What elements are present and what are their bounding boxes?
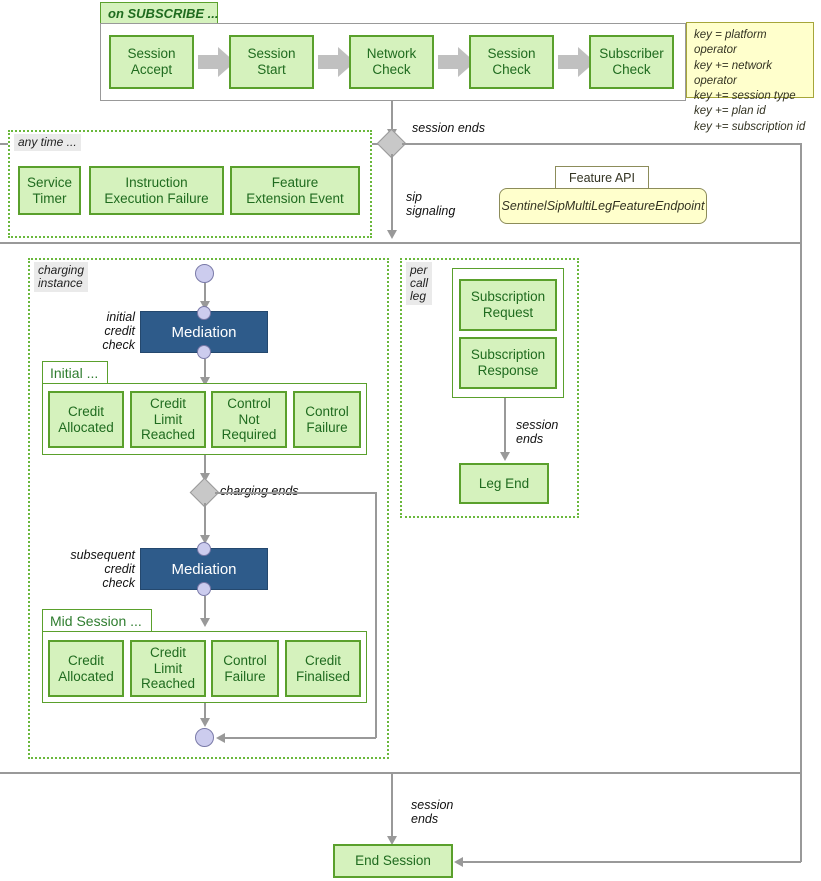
initial-group-tab: Initial ... — [42, 361, 108, 384]
lane-separator-mid — [0, 242, 802, 244]
per-call-leg-tab: per call leg — [406, 262, 433, 305]
edge-charging-ends-loop-top — [215, 492, 376, 494]
charging-start-pin — [195, 264, 214, 283]
node-initial-credit-limit-reached[interactable]: Credit Limit Reached — [130, 391, 206, 448]
edge-bottom-session-ends-line — [391, 772, 393, 839]
lane-separator-bottom — [0, 772, 802, 774]
edge-charging-ends-loop-bottom — [222, 737, 376, 739]
node-mid-credit-limit-reached[interactable]: Credit Limit Reached — [130, 640, 206, 697]
node-mid-control-failure[interactable]: Control Failure — [211, 640, 279, 697]
node-instruction-execution-failure[interactable]: Instruction Execution Failure — [89, 166, 224, 215]
charging-end-pin — [195, 728, 214, 747]
edge-diamond-to-right-rail — [402, 143, 801, 145]
edge-sip-signaling-arrowhead — [387, 230, 397, 239]
node-end-session[interactable]: End Session — [333, 844, 453, 878]
edge-charging-ends-loop-right — [375, 492, 377, 738]
edge-right-rail-to-end-session — [461, 861, 801, 863]
edge-charging-ends-to-mediation2 — [204, 503, 206, 537]
edge-subscription-to-legend-arrowhead — [500, 452, 510, 461]
charging-instance-tab: charging instance — [34, 262, 89, 292]
lane-right-edge — [800, 143, 802, 862]
node-session-accept[interactable]: Session Accept — [109, 35, 194, 89]
edge-sip-signaling-line — [391, 154, 393, 232]
node-initial-credit-allocated[interactable]: Credit Allocated — [48, 391, 124, 448]
node-mid-credit-allocated[interactable]: Credit Allocated — [48, 640, 124, 697]
mediation-initial-in-pin — [197, 306, 211, 320]
mediation-subsequent-out-pin — [197, 582, 211, 596]
label-subsequent-credit-check: subsequent credit check — [70, 548, 135, 590]
edge-mediation2-to-midsession-arrowhead — [200, 618, 210, 627]
edge-label-sip-signaling: sip signaling — [406, 190, 456, 218]
node-service-timer[interactable]: Service Timer — [18, 166, 81, 215]
node-network-check[interactable]: Network Check — [349, 35, 434, 89]
any-time-group-tab: any time ... — [14, 134, 81, 151]
mid-session-group-tab: Mid Session ... — [42, 609, 152, 632]
node-session-start[interactable]: Session Start — [229, 35, 314, 89]
edge-label-leg-session-ends: session ends — [516, 418, 559, 446]
node-leg-end[interactable]: Leg End — [459, 463, 549, 504]
key-note: key = platform operator key += network o… — [686, 22, 814, 133]
edge-charging-ends-loop-arrowhead — [216, 733, 225, 743]
edge-label-charging-ends: charging ends — [220, 484, 299, 498]
node-session-check[interactable]: Session Check — [469, 35, 554, 89]
node-mid-credit-finalised[interactable]: Credit Finalised — [285, 640, 361, 697]
feature-api-tab: Feature API — [555, 166, 649, 189]
label-initial-credit-check: initial credit check — [102, 310, 135, 352]
edge-midsession-to-endpin-arrowhead — [200, 718, 210, 727]
edge-right-rail-to-end-session-arrowhead — [454, 857, 463, 867]
edge-mediation2-to-midsession — [204, 596, 206, 620]
mediation-subsequent-in-pin — [197, 542, 211, 556]
node-subscription-request[interactable]: Subscription Request — [459, 279, 557, 331]
node-subscription-response[interactable]: Subscription Response — [459, 337, 557, 389]
edge-subscription-to-legend — [504, 398, 506, 455]
edge-label-session-ends-top: session ends — [412, 121, 485, 135]
subscribe-group-tab: on SUBSCRIBE ... — [100, 2, 219, 24]
node-feature-extension-event[interactable]: Feature Extension Event — [230, 166, 360, 215]
edge-label-session-ends-bottom: session ends — [411, 798, 454, 826]
node-initial-control-failure[interactable]: Control Failure — [293, 391, 361, 448]
node-subscriber-check[interactable]: Subscriber Check — [589, 35, 674, 89]
feature-api-endpoint-box[interactable]: SentinelSipMultiLegFeatureEndpoint — [499, 188, 707, 224]
mediation-initial-out-pin — [197, 345, 211, 359]
node-initial-control-not-required[interactable]: Control Not Required — [211, 391, 287, 448]
